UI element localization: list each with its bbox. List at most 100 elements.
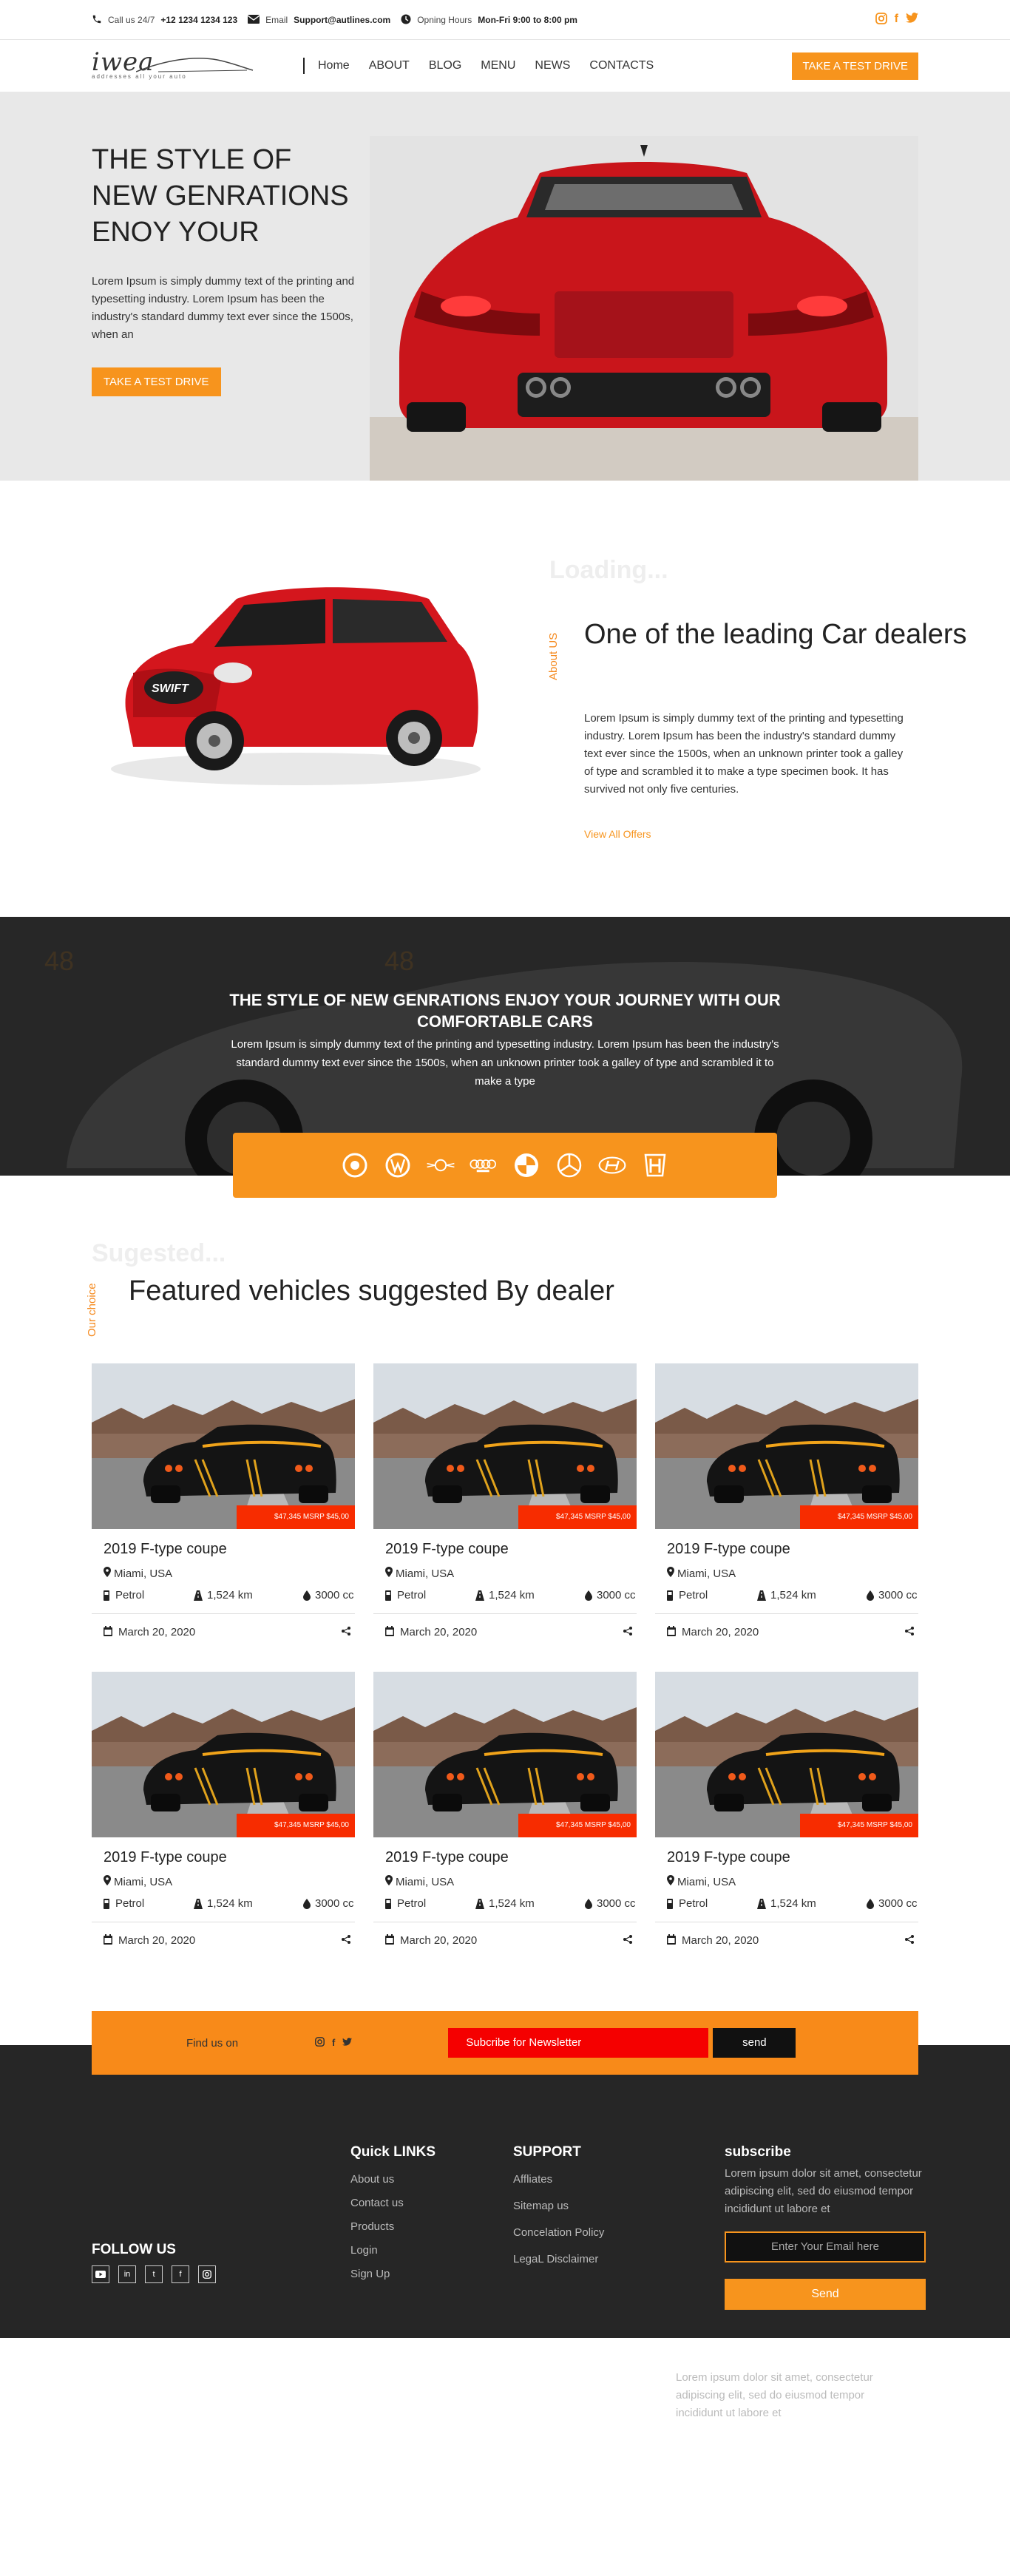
- vehicle-title[interactable]: 2019 F-type coupe: [104, 1541, 355, 1558]
- volkswagen-logo[interactable]: [383, 1150, 413, 1180]
- honda-logo[interactable]: [640, 1150, 670, 1180]
- phone-number[interactable]: +12 1234 1234 123: [160, 15, 237, 25]
- facebook-icon[interactable]: f: [332, 2037, 335, 2049]
- instagram-icon[interactable]: [198, 2265, 216, 2283]
- hyundai-logo[interactable]: [597, 1150, 627, 1180]
- vehicle-card[interactable]: $47,345 MSRP $45,00 2019 F-type coupe Mi…: [373, 1363, 637, 1638]
- mini-logo[interactable]: [426, 1150, 455, 1180]
- oil-drop-icon: [585, 1898, 592, 1909]
- footer-email-input[interactable]: Enter Your Email here: [725, 2231, 926, 2263]
- nav-home[interactable]: Home: [318, 59, 350, 72]
- instagram-icon[interactable]: [875, 12, 887, 28]
- engine-spec: 3000 cc: [867, 1897, 918, 1910]
- hero-description: Lorem Ipsum is simply dummy text of the …: [92, 275, 355, 341]
- fuel-text: Petrol: [397, 1589, 427, 1601]
- vehicle-title[interactable]: 2019 F-type coupe: [667, 1849, 918, 1866]
- linkedin-icon[interactable]: in: [118, 2265, 136, 2283]
- porsche-logo[interactable]: [340, 1150, 370, 1180]
- vehicle-photo[interactable]: $47,345 MSRP $45,00: [92, 1672, 355, 1837]
- vehicle-location: Miami, USA: [104, 1875, 355, 1888]
- test-drive-button-nav[interactable]: TAKE A TEST DRIVE: [792, 52, 918, 80]
- vehicle-specs: Petrol 1,524 km 3000 cc: [385, 1897, 637, 1910]
- share-icon[interactable]: [905, 1934, 914, 1948]
- twitter-icon[interactable]: [906, 12, 918, 28]
- location-pin-icon: [104, 1567, 111, 1580]
- youtube-icon[interactable]: [92, 2265, 109, 2283]
- footer-link-signup[interactable]: Sign Up: [350, 2265, 435, 2283]
- footer-link-login[interactable]: Login: [350, 2242, 435, 2260]
- footer-send-button[interactable]: Send: [725, 2279, 926, 2310]
- find-us-label: Find us on: [186, 2036, 239, 2050]
- vehicle-card[interactable]: $47,345 MSRP $45,00 2019 F-type coupe Mi…: [373, 1672, 637, 1947]
- vehicle-card[interactable]: $47,345 MSRP $45,00 2019 F-type coupe Mi…: [92, 1672, 355, 1947]
- mercedes-logo[interactable]: [555, 1150, 584, 1180]
- fuel-pump-icon: [104, 1590, 111, 1601]
- bmw-logo[interactable]: [512, 1150, 541, 1180]
- share-icon[interactable]: [342, 1934, 350, 1948]
- twitter-icon[interactable]: [342, 2037, 353, 2049]
- facebook-icon[interactable]: f: [895, 13, 898, 28]
- newsletter-send-button[interactable]: send: [713, 2028, 796, 2058]
- top-bar: Call us 24/7 +12 1234 1234 123 Email Sup…: [0, 0, 1010, 40]
- calendar-icon: [385, 1626, 394, 1639]
- newsletter-input[interactable]: Subcribe for Newsletter: [448, 2028, 709, 2058]
- nav-menu-item[interactable]: MENU: [481, 59, 515, 72]
- instagram-icon[interactable]: [315, 2037, 325, 2049]
- nav-blog[interactable]: BLOG: [429, 59, 461, 72]
- footer-link-cancelation[interactable]: Concelation Policy: [513, 2224, 604, 2242]
- featured-section: Sugested... Our choice Featured vehicles…: [0, 1198, 1010, 1947]
- nav-news[interactable]: NEWS: [535, 59, 570, 72]
- vehicle-title[interactable]: 2019 F-type coupe: [667, 1541, 918, 1558]
- banner-description: Lorem Ipsum is simply dummy text of the …: [231, 1038, 779, 1088]
- site-footer: Lorem ipsum dolor sit amet, consectetur …: [0, 2045, 1010, 2419]
- footer-link-sitemap[interactable]: Sitemap us: [513, 2197, 604, 2215]
- vehicle-photo[interactable]: $47,345 MSRP $45,00: [373, 1672, 637, 1837]
- engine-text: 3000 cc: [315, 1897, 354, 1910]
- vehicle-specs: Petrol 1,524 km 3000 cc: [104, 1897, 355, 1910]
- vehicle-card-footer: March 20, 2020: [373, 1922, 637, 1948]
- vehicle-title[interactable]: 2019 F-type coupe: [104, 1849, 355, 1866]
- footer-link-disclaimer[interactable]: LegaL Disclaimer: [513, 2251, 604, 2268]
- location-text: Miami, USA: [396, 1875, 455, 1888]
- mileage-spec: 1,524 km: [475, 1897, 585, 1910]
- logo-tagline: addresses all your auto: [92, 73, 187, 80]
- vehicle-location: Miami, USA: [104, 1567, 355, 1580]
- vehicle-photo[interactable]: $47,345 MSRP $45,00: [92, 1363, 355, 1529]
- share-icon[interactable]: [342, 1626, 350, 1639]
- location-text: Miami, USA: [114, 1875, 173, 1888]
- footer-link-contact[interactable]: Contact us: [350, 2194, 435, 2212]
- vehicle-card[interactable]: $47,345 MSRP $45,00 2019 F-type coupe Mi…: [655, 1363, 918, 1638]
- footer-link-products[interactable]: Products: [350, 2218, 435, 2236]
- test-drive-button-hero[interactable]: TAKE A TEST DRIVE: [92, 367, 221, 396]
- audi-logo[interactable]: [469, 1150, 498, 1180]
- top-social: f: [875, 12, 918, 28]
- email-info: Email Support@autlines.com: [247, 14, 390, 26]
- facebook-icon[interactable]: f: [172, 2265, 189, 2283]
- vehicle-card[interactable]: $47,345 MSRP $45,00 2019 F-type coupe Mi…: [655, 1672, 918, 1947]
- vehicle-photo[interactable]: $47,345 MSRP $45,00: [373, 1363, 637, 1529]
- listing-date: March 20, 2020: [118, 1626, 196, 1638]
- footer-link-about[interactable]: About us: [350, 2171, 435, 2189]
- listing-date: March 20, 2020: [682, 1626, 759, 1638]
- vehicle-photo[interactable]: $47,345 MSRP $45,00: [655, 1672, 918, 1837]
- footer-link-affliates[interactable]: Affliates: [513, 2171, 604, 2189]
- calendar-icon: [104, 1934, 112, 1948]
- featured-title: Featured vehicles suggested By dealer: [129, 1275, 614, 1306]
- vehicle-card[interactable]: $47,345 MSRP $45,00 2019 F-type coupe Mi…: [92, 1363, 355, 1638]
- logo[interactable]: iwea addresses all your auto: [92, 50, 254, 81]
- support-title: SUPPORT: [513, 2144, 581, 2160]
- share-icon[interactable]: [905, 1626, 914, 1639]
- nav-about[interactable]: ABOUT: [369, 59, 410, 72]
- calendar-icon: [667, 1934, 676, 1948]
- share-icon[interactable]: [623, 1934, 632, 1948]
- nav-contacts[interactable]: CONTACTS: [589, 59, 654, 72]
- share-icon[interactable]: [623, 1626, 632, 1639]
- vehicle-title[interactable]: 2019 F-type coupe: [385, 1849, 637, 1866]
- email-address[interactable]: Support@autlines.com: [294, 15, 390, 25]
- fuel-text: Petrol: [115, 1589, 145, 1601]
- view-offers-link[interactable]: View All Offers: [584, 828, 651, 840]
- vehicle-title[interactable]: 2019 F-type coupe: [385, 1541, 637, 1558]
- twitter-icon[interactable]: t: [145, 2265, 163, 2283]
- calendar-icon: [104, 1626, 112, 1639]
- vehicle-photo[interactable]: $47,345 MSRP $45,00: [655, 1363, 918, 1529]
